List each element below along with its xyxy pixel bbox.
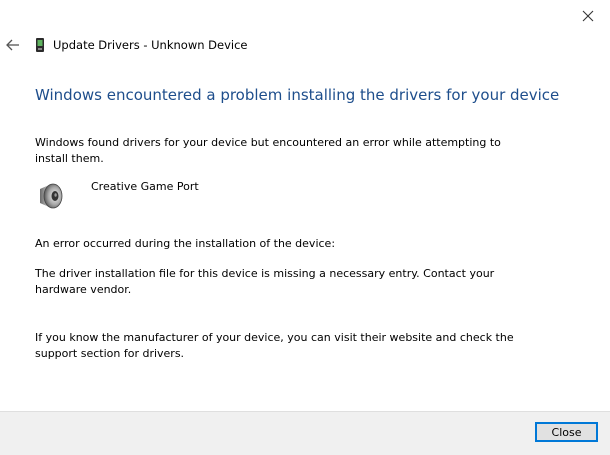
window-header: Update Drivers - Unknown Device [33,37,248,53]
back-arrow-icon [6,39,19,51]
device-manager-icon [36,38,44,52]
found-drivers-text: Windows found drivers for your device bu… [35,136,501,165]
window-title: Update Drivers - Unknown Device [53,38,248,52]
device-name: Creative Game Port [91,180,199,193]
window-close-button[interactable] [576,4,600,28]
close-button[interactable]: Close [535,422,598,442]
close-icon [582,10,594,22]
error-intro-text: An error occurred during the installatio… [35,237,336,250]
back-button[interactable] [4,36,22,54]
dialog-footer: Close [0,411,610,455]
device-row: Creative Game Port [37,180,199,212]
page-title: Windows encountered a problem installing… [35,86,560,104]
speaker-icon [40,183,63,209]
error-detail-text: The driver installation file for this de… [35,267,495,296]
help-text: If you know the manufacturer of your dev… [35,331,514,360]
